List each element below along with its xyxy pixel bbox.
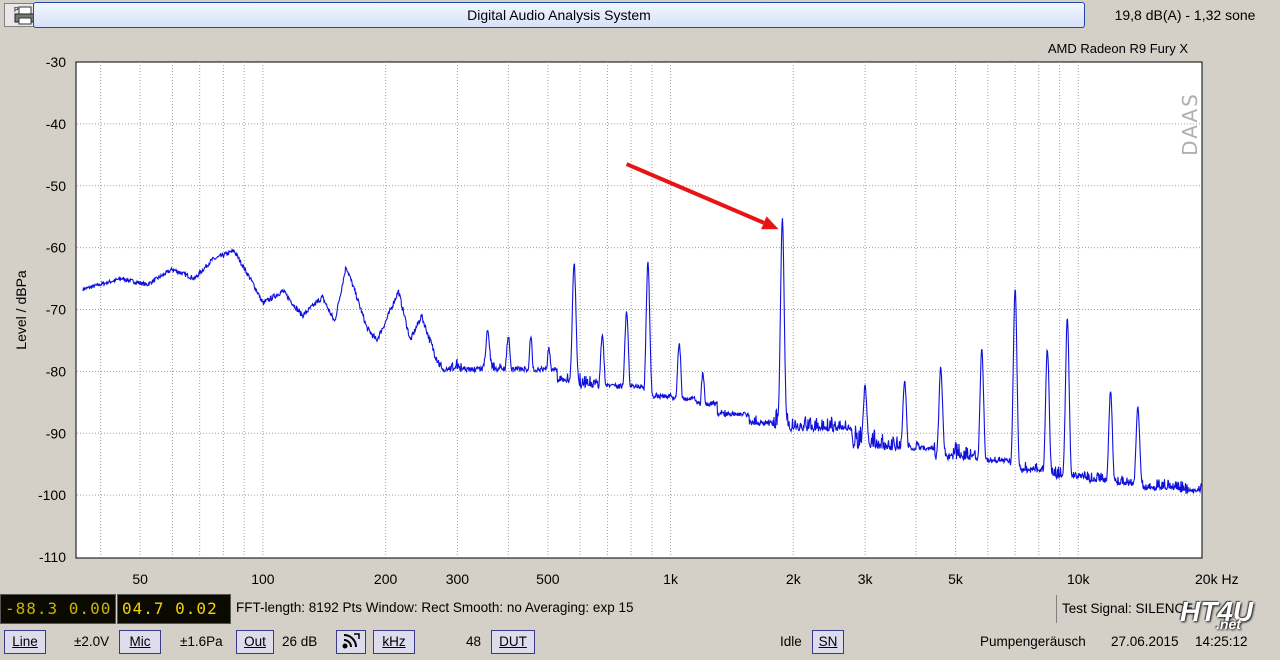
signal-icon	[342, 633, 360, 649]
x-tick-label: 10k	[1067, 571, 1091, 587]
line-range: ±2.0V	[74, 634, 110, 649]
out-button[interactable]: Out	[236, 630, 274, 654]
x-tick-label: 300	[446, 571, 470, 587]
y-tick-label: -110	[39, 549, 66, 565]
x-tick-label: 20k Hz	[1195, 571, 1239, 587]
mic-range: ±1.6Pa	[180, 634, 223, 649]
svg-text:P: P	[14, 7, 19, 14]
info-bar: -88.3 0.00 04.7 0.02 FFT-length: 8192 Pt…	[0, 594, 1280, 624]
level-meter-left: -88.3 0.00	[0, 594, 116, 624]
y-tick-label: -90	[46, 425, 66, 441]
x-tick-label: 3k	[858, 571, 874, 587]
control-bar: Line ±2.0V Mic ±1.6Pa Out 26 dB kHz 48 D…	[0, 626, 1280, 660]
sample-rate: 48	[466, 634, 482, 649]
y-tick-label: -70	[46, 302, 66, 318]
y-tick-label: -50	[46, 178, 66, 194]
sn-button[interactable]: SN	[812, 630, 844, 654]
loudness-readout: 19,8 dB(A) - 1,32 sone	[1114, 7, 1256, 23]
daas-watermark: DAAS	[1178, 92, 1202, 156]
x-tick-label: 1k	[663, 571, 679, 587]
y-tick-label: -80	[46, 363, 66, 379]
y-tick-label: -30	[46, 54, 66, 70]
line-button[interactable]: Line	[4, 630, 46, 654]
time: 14:25:12	[1195, 634, 1248, 649]
x-axis-ticks: 50 100 200 300 500 1k 2k 3k 5k 10k 20k Hz	[132, 571, 1238, 587]
y-tick-label: -40	[46, 116, 66, 132]
y-axis-label: Level / dBPa	[13, 270, 29, 350]
khz-button[interactable]: kHz	[373, 630, 415, 654]
x-tick-label: 5k	[948, 571, 964, 587]
mic-button[interactable]: Mic	[119, 630, 161, 654]
out-gain: 26 dB	[282, 634, 318, 649]
x-tick-label: 2k	[786, 571, 802, 587]
x-tick-label: 50	[132, 571, 148, 587]
x-tick-label: 200	[374, 571, 398, 587]
level-meter-right: 04.7 0.02	[117, 594, 231, 624]
x-tick-label: 500	[536, 571, 560, 587]
y-tick-label: -100	[38, 487, 66, 503]
y-axis-ticks: -30 -40 -50 -60 -70 -80 -90 -100 -110	[38, 54, 66, 565]
dut-name: Pumpengeräusch	[980, 634, 1086, 649]
y-tick-label: -60	[46, 240, 66, 256]
fft-settings: FFT-length: 8192 Pts Window: Rect Smooth…	[236, 600, 634, 615]
status-text: Idle	[780, 634, 802, 649]
spectrum-chart: -30 -40 -50 -60 -70 -80 -90 -100 -110 50 100 200 30…	[13, 54, 1239, 587]
date: 27.06.2015	[1111, 634, 1179, 649]
signal-button[interactable]	[336, 630, 366, 654]
title-bar: P Digital Audio Analysis System 19,8 dB(…	[0, 0, 1280, 32]
ht4u-logo: HT4U .net	[1180, 596, 1254, 632]
app-title: Digital Audio Analysis System	[33, 2, 1085, 28]
dut-button[interactable]: DUT	[491, 630, 535, 654]
x-tick-label: 100	[251, 571, 275, 587]
